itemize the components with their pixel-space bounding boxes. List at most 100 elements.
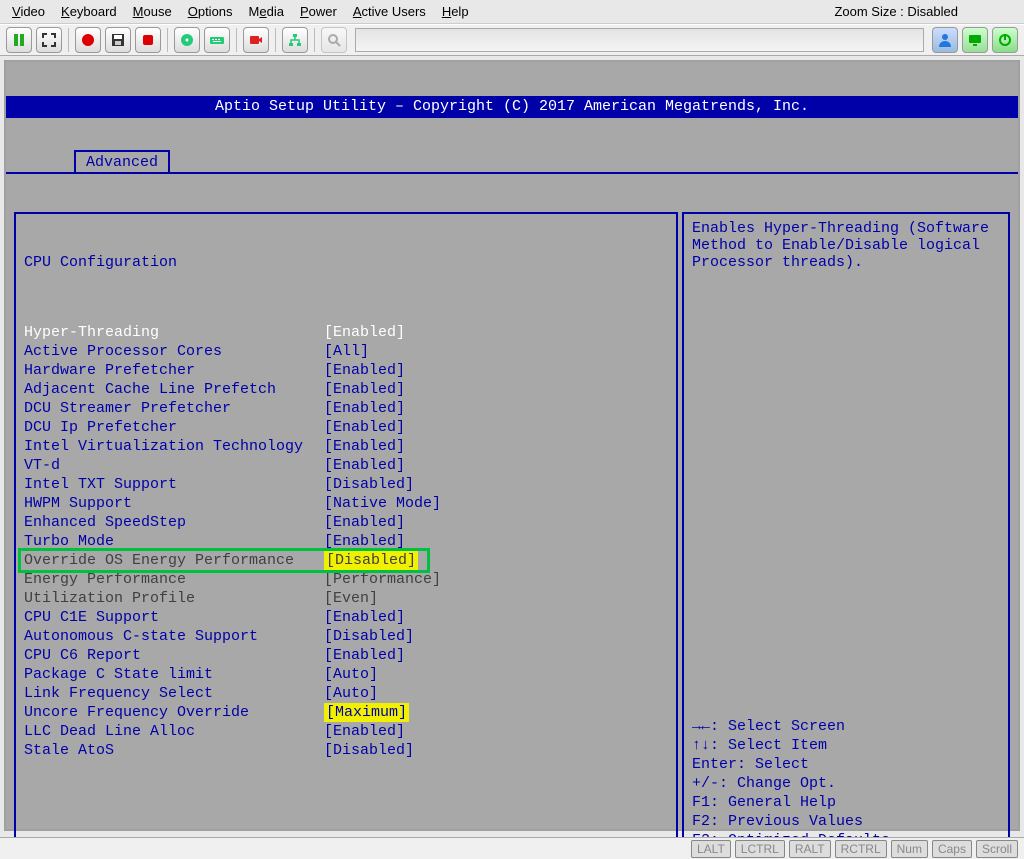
bios-row-value: [Enabled] xyxy=(324,532,668,551)
bios-row-label: Enhanced SpeedStep xyxy=(24,513,324,532)
record-icon[interactable] xyxy=(75,27,101,53)
lan-icon[interactable] xyxy=(282,27,308,53)
bios-row[interactable]: Active Processor Cores[All] xyxy=(24,342,668,361)
pause-icon[interactable] xyxy=(6,27,32,53)
bios-row-value: [Auto] xyxy=(324,684,668,703)
bios-row-value: [Enabled] xyxy=(324,323,668,342)
bios-row-label: Adjacent Cache Line Prefetch xyxy=(24,380,324,399)
bios-row[interactable]: Autonomous C-state Support[Disabled] xyxy=(24,627,668,646)
statusbar: LALTLCTRLRALTRCTRLNumCapsScroll xyxy=(0,837,1024,859)
bios-row-label: Intel TXT Support xyxy=(24,475,324,494)
bios-row[interactable]: Turbo Mode[Enabled] xyxy=(24,532,668,551)
bios-row-value: [Enabled] xyxy=(324,722,668,741)
bios-right-panel: Enables Hyper-Threading (Software Method… xyxy=(682,212,1010,859)
search-icon[interactable] xyxy=(321,27,347,53)
bios-row[interactable]: Hardware Prefetcher[Enabled] xyxy=(24,361,668,380)
stop-icon[interactable] xyxy=(135,27,161,53)
bios-row-label: Utilization Profile xyxy=(24,589,324,608)
bios-row-label: DCU Streamer Prefetcher xyxy=(24,399,324,418)
bios-row-label: Link Frequency Select xyxy=(24,684,324,703)
key-help-line: →←: Select Screen xyxy=(692,717,1000,736)
bios-row[interactable]: Intel TXT Support[Disabled] xyxy=(24,475,668,494)
bios-row-label: CPU C6 Report xyxy=(24,646,324,665)
bios-row[interactable]: VT-d[Enabled] xyxy=(24,456,668,475)
bios-row[interactable]: Package C State limit[Auto] xyxy=(24,665,668,684)
bios-row[interactable]: Enhanced SpeedStep[Enabled] xyxy=(24,513,668,532)
bios-row[interactable]: Adjacent Cache Line Prefetch[Enabled] xyxy=(24,380,668,399)
bios-row[interactable]: Energy Performance[Performance] xyxy=(24,570,668,589)
bios-row[interactable]: Intel Virtualization Technology[Enabled] xyxy=(24,437,668,456)
menu-mouse[interactable]: Mouse xyxy=(127,2,178,21)
bios-row-value: [Enabled] xyxy=(324,418,668,437)
bios-row-label: Package C State limit xyxy=(24,665,324,684)
bios-row-value: [Disabled] xyxy=(324,741,668,760)
menu-active-users[interactable]: Active Users xyxy=(347,2,432,21)
monitor-icon[interactable] xyxy=(962,27,988,53)
bios-row[interactable]: CPU C1E Support[Enabled] xyxy=(24,608,668,627)
bios-row[interactable]: DCU Streamer Prefetcher[Enabled] xyxy=(24,399,668,418)
bios-row[interactable]: CPU C6 Report[Enabled] xyxy=(24,646,668,665)
bios-row-label: Active Processor Cores xyxy=(24,342,324,361)
menu-keyboard[interactable]: Keyboard xyxy=(55,2,123,21)
bios-tab-row: Advanced xyxy=(6,152,1018,174)
highlight-yellow: [Maximum] xyxy=(324,703,409,722)
fullscreen-icon[interactable] xyxy=(36,27,62,53)
bios-row-label: Hyper-Threading xyxy=(24,323,324,342)
bios-row-label: Turbo Mode xyxy=(24,532,324,551)
camera-icon[interactable] xyxy=(243,27,269,53)
status-chip: LALT xyxy=(691,840,731,858)
key-help-line: Enter: Select xyxy=(692,755,1000,774)
menu-video[interactable]: Video xyxy=(6,2,51,21)
disk-icon[interactable] xyxy=(174,27,200,53)
bios-row-value: [Disabled] xyxy=(324,475,668,494)
bios-row-label: CPU C1E Support xyxy=(24,608,324,627)
menu-media[interactable]: Media xyxy=(243,2,290,21)
bios-row-value: [Even] xyxy=(324,589,668,608)
bios-row-label: VT-d xyxy=(24,456,324,475)
bios-row-label: DCU Ip Prefetcher xyxy=(24,418,324,437)
bios-row-value: [Enabled] xyxy=(324,399,668,418)
bios-row-label: Override OS Energy Performance xyxy=(24,551,324,570)
bios-row-label: Uncore Frequency Override xyxy=(24,703,324,722)
user-icon[interactable] xyxy=(932,27,958,53)
status-chip: RALT xyxy=(789,840,831,858)
menubar: Video Keyboard Mouse Options Media Power… xyxy=(0,0,1024,24)
keyboard-icon[interactable] xyxy=(204,27,230,53)
bios-row[interactable]: Link Frequency Select[Auto] xyxy=(24,684,668,703)
menu-options[interactable]: Options xyxy=(182,2,239,21)
zoom-size-label: Zoom Size : Disabled xyxy=(834,4,1018,19)
menu-power[interactable]: Power xyxy=(294,2,343,21)
status-chip: RCTRL xyxy=(835,840,887,858)
save-icon[interactable] xyxy=(105,27,131,53)
bios-row-value: [Auto] xyxy=(324,665,668,684)
bios-left-panel[interactable]: CPU Configuration Hyper-Threading[Enable… xyxy=(14,212,678,859)
bios-row[interactable]: Hyper-Threading[Enabled] xyxy=(24,323,668,342)
bios-title: Aptio Setup Utility – Copyright (C) 2017… xyxy=(6,96,1018,118)
bios-row[interactable]: Uncore Frequency Override[Maximum][Maxim… xyxy=(24,703,668,722)
menu-help[interactable]: Help xyxy=(436,2,475,21)
bios-row[interactable]: Override OS Energy Performance[Disabled]… xyxy=(24,551,668,570)
bios-row[interactable]: LLC Dead Line Alloc[Enabled] xyxy=(24,722,668,741)
bios-row[interactable]: Stale AtoS[Disabled] xyxy=(24,741,668,760)
bios-row[interactable]: DCU Ip Prefetcher[Enabled] xyxy=(24,418,668,437)
key-help-line: ↑↓: Select Item xyxy=(692,736,1000,755)
bios-row-label: LLC Dead Line Alloc xyxy=(24,722,324,741)
bios-row-value: [Enabled] xyxy=(324,646,668,665)
search-input[interactable] xyxy=(355,28,924,52)
bios-row-value: [Enabled] xyxy=(324,361,668,380)
status-chip: LCTRL xyxy=(735,840,785,858)
bios-row[interactable]: HWPM Support[Native Mode] xyxy=(24,494,668,513)
status-chip: Num xyxy=(891,840,928,858)
bios-row[interactable]: Utilization Profile[Even] xyxy=(24,589,668,608)
bios-row-value: [Enabled] xyxy=(324,608,668,627)
power-icon[interactable] xyxy=(992,27,1018,53)
bios-row-label: Autonomous C-state Support xyxy=(24,627,324,646)
bios-row-value: [Enabled] xyxy=(324,380,668,399)
bios-row-value: [All] xyxy=(324,342,668,361)
tab-advanced[interactable]: Advanced xyxy=(74,150,170,172)
bios-row-value: [Enabled] xyxy=(324,437,668,456)
status-chip: Scroll xyxy=(976,840,1018,858)
bios-row-value: [Native Mode] xyxy=(324,494,668,513)
toolbar xyxy=(0,24,1024,56)
bios-help-text: Enables Hyper-Threading (Software Method… xyxy=(692,220,1000,271)
